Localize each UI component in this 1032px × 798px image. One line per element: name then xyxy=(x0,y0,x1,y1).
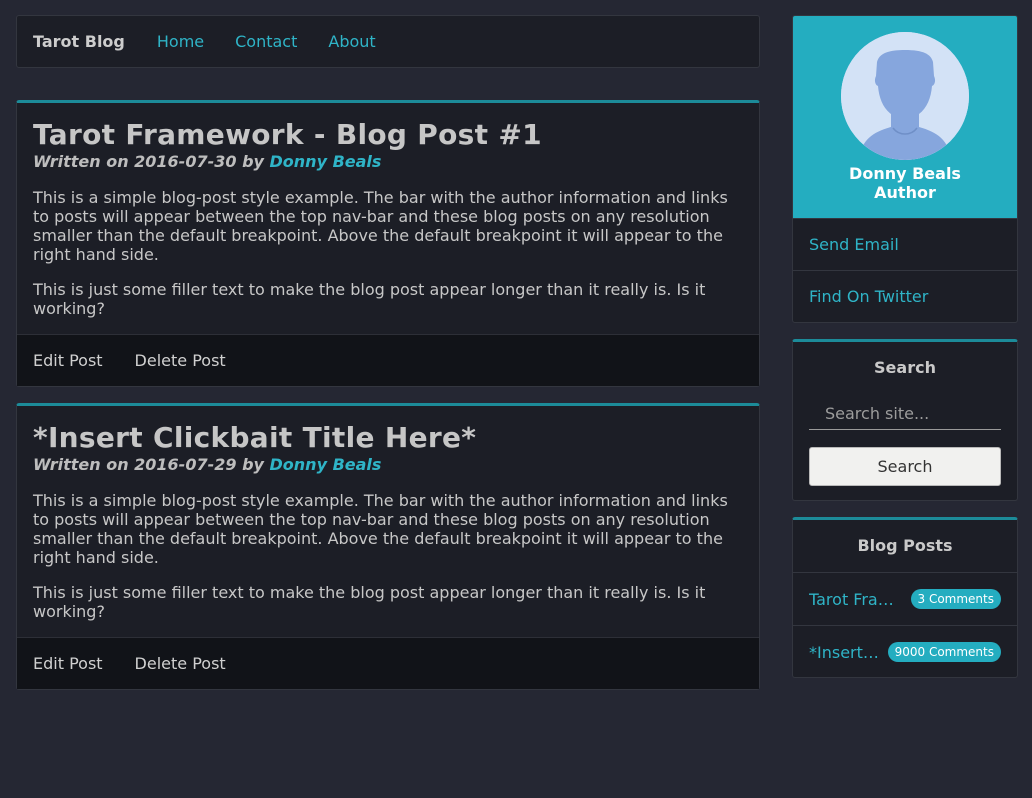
search-panel: Search Search xyxy=(792,339,1018,501)
post-date: Written on 2016-07-30 by xyxy=(33,152,270,171)
search-heading: Search xyxy=(874,358,936,377)
author-name: Donny Beals xyxy=(849,164,961,183)
search-input[interactable] xyxy=(809,398,1001,430)
find-on-twitter-link[interactable]: Find On Twitter xyxy=(793,270,1017,322)
post-footer: Edit Post Delete Post xyxy=(17,637,759,689)
edit-post-button[interactable]: Edit Post xyxy=(33,351,103,370)
nav-link-contact[interactable]: Contact xyxy=(235,32,297,51)
nav-link-home[interactable]: Home xyxy=(157,32,204,51)
send-email-link[interactable]: Send Email xyxy=(793,218,1017,270)
nav-link-about[interactable]: About xyxy=(328,32,375,51)
blog-post-card: Tarot Framework - Blog Post #1 Written o… xyxy=(16,100,760,387)
post-paragraph: This is just some filler text to make th… xyxy=(33,583,706,621)
blog-post-link[interactable]: Tarot Framework - Blog Post #1 xyxy=(809,590,899,609)
post-paragraph: This is a simple blog-post style example… xyxy=(33,491,728,567)
post-title: *Insert Clickbait Title Here* xyxy=(33,421,477,454)
brand-logo[interactable]: Tarot Blog xyxy=(33,32,125,51)
delete-post-button[interactable]: Delete Post xyxy=(135,654,226,673)
user-silhouette-icon xyxy=(841,32,969,160)
author-role: Author xyxy=(874,183,936,202)
avatar xyxy=(841,32,969,160)
blog-post-link[interactable]: *Insert Clickbait Title Here* xyxy=(809,643,880,662)
blog-post-card: *Insert Clickbait Title Here* Written on… xyxy=(16,403,760,690)
list-item[interactable]: Tarot Framework - Blog Post #1 3 Comment… xyxy=(793,572,1017,625)
post-paragraph: This is just some filler text to make th… xyxy=(33,280,706,318)
delete-post-button[interactable]: Delete Post xyxy=(135,351,226,370)
list-item[interactable]: *Insert Clickbait Title Here* 9000 Comme… xyxy=(793,625,1017,678)
edit-post-button[interactable]: Edit Post xyxy=(33,654,103,673)
author-card: Donny Beals Author Send Email Find On Tw… xyxy=(792,15,1018,323)
post-footer: Edit Post Delete Post xyxy=(17,334,759,386)
author-header: Donny Beals Author xyxy=(793,16,1017,218)
post-author-link[interactable]: Donny Beals xyxy=(270,152,382,171)
post-date: Written on 2016-07-29 by xyxy=(33,455,270,474)
post-byline: Written on 2016-07-30 by Donny Beals xyxy=(33,152,743,172)
comment-count-badge: 9000 Comments xyxy=(887,642,1001,662)
post-byline: Written on 2016-07-29 by Donny Beals xyxy=(33,455,743,475)
blog-posts-panel: Blog Posts Tarot Framework - Blog Post #… xyxy=(792,517,1018,678)
post-paragraph: This is a simple blog-post style example… xyxy=(33,188,728,264)
post-author-link[interactable]: Donny Beals xyxy=(270,455,382,474)
author-name-block: Donny Beals Author xyxy=(793,164,1017,202)
top-navbar: Tarot Blog Home Contact About xyxy=(16,15,760,68)
blog-posts-heading: Blog Posts xyxy=(857,536,953,555)
post-title: Tarot Framework - Blog Post #1 xyxy=(33,118,542,151)
search-button[interactable]: Search xyxy=(809,447,1001,486)
comment-count-badge: 3 Comments xyxy=(910,589,1001,609)
